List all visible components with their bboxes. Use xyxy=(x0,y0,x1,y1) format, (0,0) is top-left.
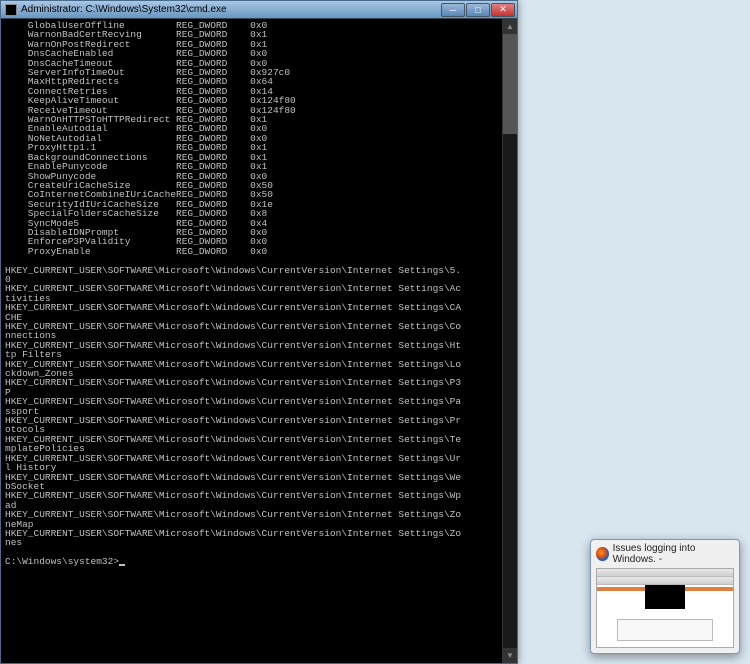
scrollbar[interactable]: ▲ ▼ xyxy=(502,19,517,663)
preview-thumbnail[interactable] xyxy=(596,568,734,648)
scroll-track[interactable] xyxy=(503,34,517,648)
scroll-thumb[interactable] xyxy=(503,34,517,134)
titlebar[interactable]: Administrator: C:\Windows\System32\cmd.e… xyxy=(1,1,517,19)
taskbar-preview[interactable]: Issues logging into Windows. - xyxy=(590,539,740,654)
cmd-icon xyxy=(5,4,17,16)
window-title: Administrator: C:\Windows\System32\cmd.e… xyxy=(21,4,227,15)
scroll-down-button[interactable]: ▼ xyxy=(503,648,517,663)
close-button[interactable]: ✕ xyxy=(491,3,515,17)
minimize-button[interactable]: ─ xyxy=(441,3,465,17)
preview-title: Issues logging into Windows. - xyxy=(613,543,734,565)
console-output[interactable]: GlobalUserOffline REG_DWORD 0x0 WarnonBa… xyxy=(1,19,517,663)
maximize-button[interactable]: □ xyxy=(466,3,490,17)
firefox-icon xyxy=(596,547,609,561)
cmd-window: Administrator: C:\Windows\System32\cmd.e… xyxy=(0,0,518,664)
scroll-up-button[interactable]: ▲ xyxy=(503,19,517,34)
